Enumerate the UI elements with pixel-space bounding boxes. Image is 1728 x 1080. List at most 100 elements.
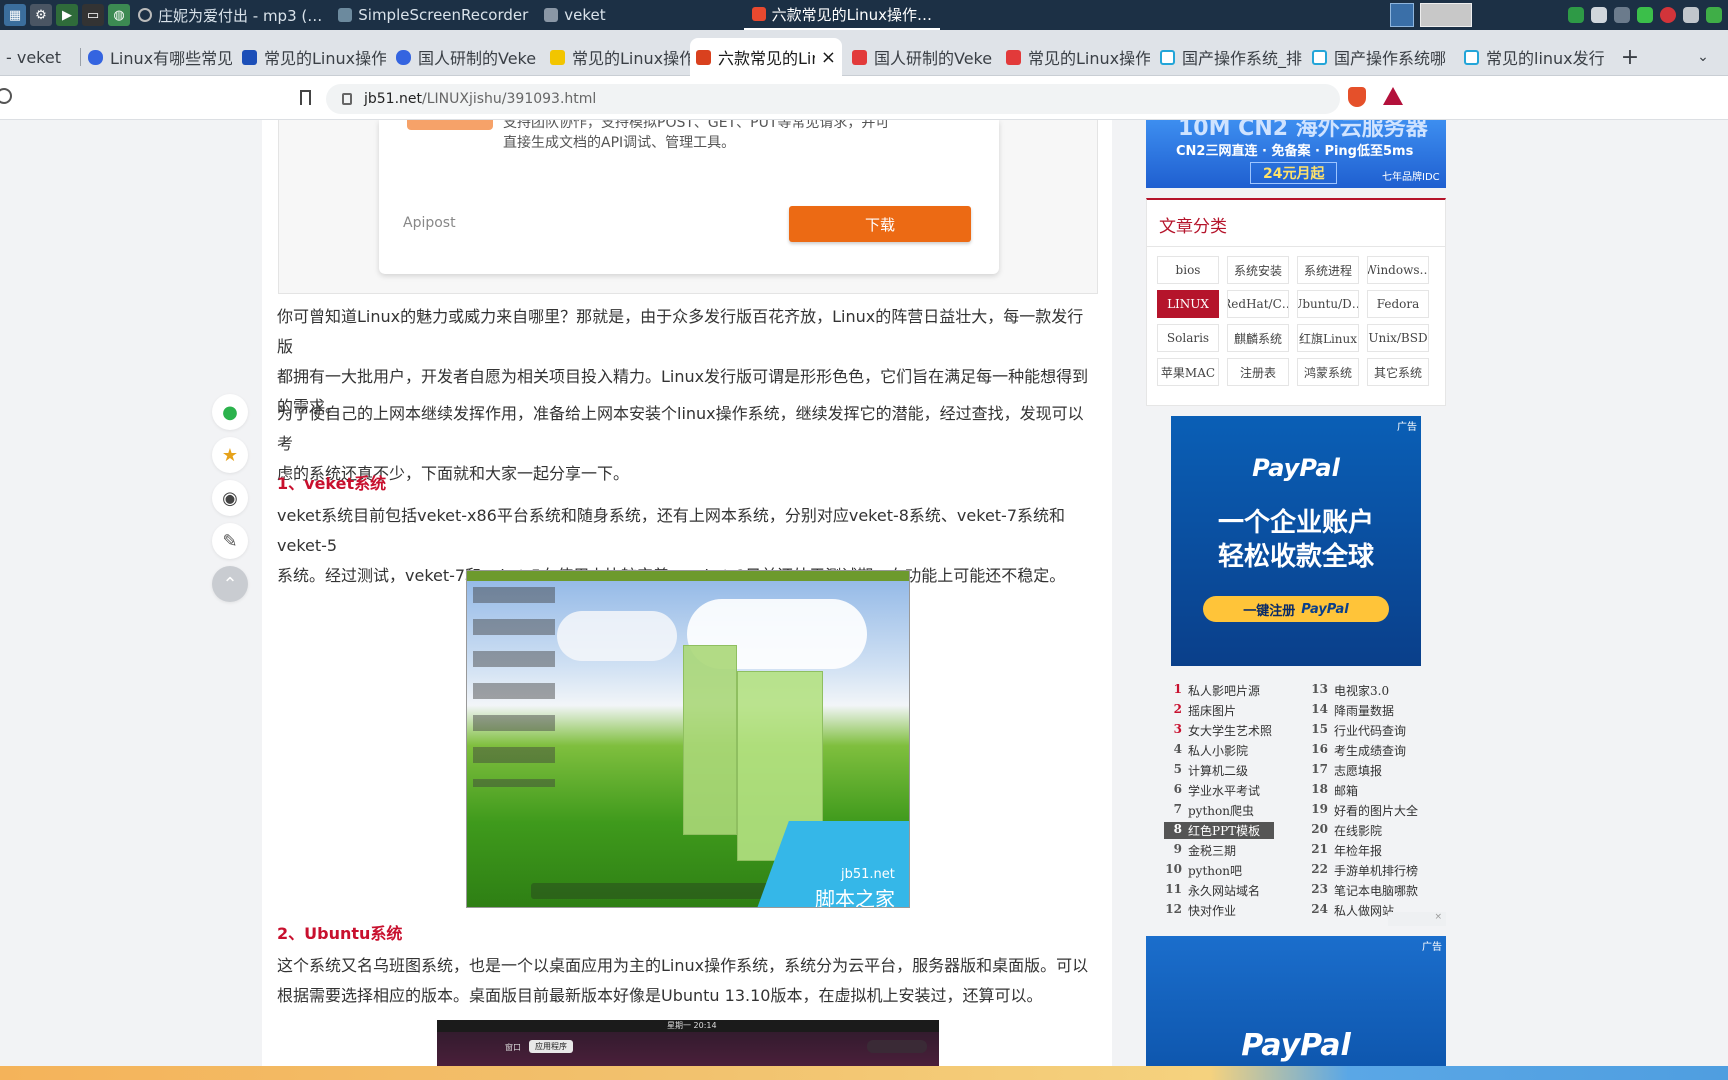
hot-search-item[interactable]: 20 在线影院 (1310, 822, 1382, 839)
paypal-ad-banner[interactable]: 广告 PayPal 一个企业账户 轻松收款全球 一键注册 PayPal (1171, 416, 1421, 666)
tab-common-linux-os-3[interactable]: 常见的Linux操作 (1000, 38, 1150, 76)
paypal-register-button[interactable]: 一键注册 PayPal (1203, 596, 1389, 622)
network-icon[interactable] (1614, 7, 1630, 23)
tab-common-linux-os-1[interactable]: 常见的Linux操作 (236, 38, 386, 76)
page-viewport[interactable]: 支持团队协作，支持模拟POST、GET、PUT等常见请求，并可 直接生成文档的A… (0, 120, 1728, 1066)
wechat-icon[interactable]: ● (212, 394, 248, 430)
tab-six-linux-active[interactable]: 六款常见的Lin × (690, 38, 842, 76)
hot-search-item[interactable]: 11 永久网站域名 (1164, 882, 1260, 899)
ad-close-badge[interactable]: × (1388, 912, 1446, 926)
category-process[interactable]: 系统进程 (1297, 256, 1359, 284)
brave-shields-icon[interactable] (1348, 87, 1366, 107)
toutiao-icon (1006, 49, 1021, 65)
paypal-ad-banner-2[interactable]: 广告 PayPal (1146, 936, 1446, 1066)
hot-search-item[interactable]: 24 私人做网站 (1310, 902, 1394, 919)
hot-search-item[interactable]: 8 红色PPT模板 (1164, 822, 1274, 839)
tab-linux-common[interactable]: Linux有哪些常见 (82, 38, 232, 76)
hot-search-item[interactable]: 17 志愿填报 (1310, 762, 1382, 779)
category-bios[interactable]: bios (1157, 256, 1219, 284)
tab-domestic-os-which[interactable]: 国产操作系统哪 (1306, 38, 1456, 76)
toutiao-icon (852, 49, 867, 65)
hot-search-item[interactable]: 15 行业代码查询 (1310, 722, 1406, 739)
clipboard-icon[interactable] (1591, 7, 1607, 23)
window-preview-icon[interactable] (1420, 3, 1472, 27)
task-screen-recorder[interactable]: SimpleScreenRecorder (330, 0, 536, 30)
category-kylin[interactable]: 麒麟系统 (1227, 324, 1289, 352)
banner-brand: 七年品牌IDC (1382, 172, 1440, 183)
tab-common-linux-os-2[interactable]: 常见的Linux操作 (544, 38, 690, 76)
category-mac[interactable]: 苹果MAC (1157, 358, 1219, 386)
category-linux[interactable]: LINUX (1157, 290, 1219, 318)
hot-search-item[interactable]: 18 邮箱 (1310, 782, 1358, 799)
hot-search-list: 1 私人影吧片源 2 摇床图片 3 女大学生艺术照 4 私人小影院 5 计算机二级 6 学业水平考试 7… (1146, 674, 1446, 918)
hot-search-item[interactable]: 9 金税三期 (1164, 842, 1236, 859)
reload-icon[interactable] (0, 88, 12, 104)
media-play-icon[interactable]: ▶ (56, 4, 78, 26)
category-install[interactable]: 系统安装 (1227, 256, 1289, 284)
hot-search-item[interactable]: 4 私人小影院 (1164, 742, 1248, 759)
qzone-icon[interactable]: ★ (212, 437, 248, 473)
hot-item-label: 好看的图片大全 (1334, 804, 1419, 818)
task-label: 庄妮为爱付出 - mp3 (… (158, 6, 323, 25)
category-redhat[interactable]: RedHat/C… (1227, 290, 1289, 318)
battery-icon[interactable] (1637, 7, 1653, 23)
hot-search-item[interactable]: 23 笔记本电脑哪款 (1310, 882, 1418, 899)
record-status-icon[interactable] (1660, 7, 1676, 23)
task-mp3-player[interactable]: 庄妮为爱付出 - mp3 (… (130, 0, 330, 30)
browser-globe-icon[interactable]: ◍ (108, 4, 130, 26)
task-file-manager[interactable]: veket (536, 0, 613, 30)
group-icon[interactable]: ◉ (212, 480, 248, 516)
tab-domestic-os-rank[interactable]: 国产操作系统_排 (1154, 38, 1304, 76)
update-icon[interactable] (1706, 7, 1722, 23)
tab-close-icon[interactable]: × (821, 47, 836, 68)
category-other[interactable]: 其它系统 (1367, 358, 1429, 386)
category-solaris[interactable]: Solaris (1157, 324, 1219, 352)
category-redflag[interactable]: 红旗Linux (1297, 324, 1359, 352)
cloud-server-banner[interactable]: 10M CN2 海外云服务器 CN2三网直连 · 免备案 · Ping低至5ms… (1146, 120, 1446, 188)
hot-search-item[interactable]: 16 考生成绩查询 (1310, 742, 1406, 759)
hot-search-item[interactable]: 10 python吧 (1164, 862, 1242, 879)
category-registry[interactable]: 注册表 (1227, 358, 1289, 386)
system-monitor-icon[interactable]: ▦ (4, 4, 26, 26)
ubuntu-desktop-screenshot[interactable]: 星期一 20:14 窗口 应用程序 (437, 1020, 939, 1066)
hot-search-item[interactable]: 21 年检年报 (1310, 842, 1382, 859)
hot-search-item[interactable]: 14 降雨量数据 (1310, 702, 1394, 719)
tools-wrench-icon[interactable]: ✎ (212, 523, 248, 559)
tab-linux-distro[interactable]: 常见的linux发行 (1458, 38, 1608, 76)
category-harmony[interactable]: 鸿蒙系统 (1297, 358, 1359, 386)
hot-search-item[interactable]: 1 私人影吧片源 (1164, 682, 1260, 699)
tab-veket[interactable]: - veket (0, 38, 78, 76)
address-bar[interactable]: jb51.net/LINUXjishu/391093.html (326, 84, 1340, 114)
back-to-top-icon[interactable]: ⌃ (212, 566, 248, 602)
tab-list-chevron-icon[interactable]: ⌄ (1690, 38, 1716, 76)
category-windows[interactable]: Windows… (1367, 256, 1429, 284)
apipost-ad-card[interactable]: 支持团队协作，支持模拟POST、GET、PUT等常见请求，并可 直接生成文档的A… (379, 120, 999, 274)
hot-search-item[interactable]: 13 电视家3.0 (1310, 682, 1389, 699)
shield-icon[interactable] (1568, 7, 1584, 23)
hot-search-item[interactable]: 2 摇床图片 (1164, 702, 1236, 719)
tab-veket-domestic-1[interactable]: 国人研制的Veke (390, 38, 540, 76)
hot-search-item[interactable]: 5 计算机二级 (1164, 762, 1248, 779)
desktop-switcher-icon[interactable] (1390, 3, 1414, 27)
terminal-icon[interactable]: ▭ (82, 4, 104, 26)
hot-search-item[interactable]: 3 女大学生艺术照 (1164, 722, 1272, 739)
tab-veket-domestic-2[interactable]: 国人研制的Veke (846, 38, 996, 76)
hot-search-item[interactable]: 7 python爬虫 (1164, 802, 1254, 819)
category-unix-bsd[interactable]: Unix/BSD (1367, 324, 1429, 352)
settings-gear-icon[interactable]: ⚙ (30, 4, 52, 26)
veket-desktop-screenshot[interactable]: jb51.net 脚本之家 (466, 570, 910, 908)
brave-rewards-icon[interactable] (1383, 87, 1403, 105)
category-fedora[interactable]: Fedora (1367, 290, 1429, 318)
hot-search-item[interactable]: 6 学业水平考试 (1164, 782, 1260, 799)
task-browser[interactable]: 六款常见的Linux操作… (743, 0, 941, 30)
hot-item-label: 考生成绩查询 (1334, 744, 1407, 758)
hot-item-label: 学业水平考试 (1188, 784, 1261, 798)
hot-search-item[interactable]: 19 好看的图片大全 (1310, 802, 1418, 819)
category-ubuntu[interactable]: Ubuntu/D… (1297, 290, 1359, 318)
bookmark-icon[interactable] (300, 90, 311, 105)
new-tab-button[interactable]: + (1616, 38, 1644, 76)
hot-search-item[interactable]: 22 手游单机排行榜 (1310, 862, 1418, 879)
hot-search-item[interactable]: 12 快对作业 (1164, 902, 1236, 919)
download-button[interactable]: 下载 (789, 206, 971, 242)
volume-icon[interactable] (1683, 7, 1699, 23)
